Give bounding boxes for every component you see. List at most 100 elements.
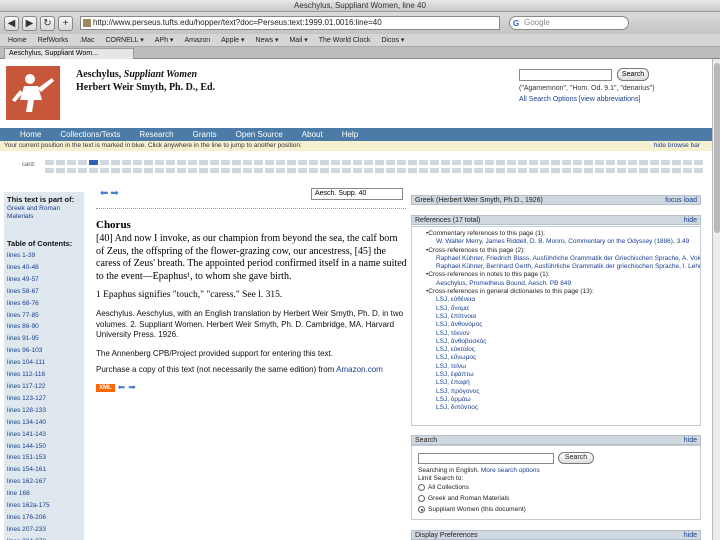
card-segment[interactable]	[199, 168, 208, 173]
nav-item[interactable]: Research	[139, 130, 173, 139]
card-segment[interactable]	[309, 168, 318, 173]
card-segment[interactable]	[188, 160, 197, 165]
card-segment[interactable]	[133, 160, 142, 165]
card-segment[interactable]	[276, 168, 285, 173]
card-segment[interactable]	[507, 168, 516, 173]
toc-link[interactable]: lines 141-143	[4, 429, 84, 441]
card-segment[interactable]	[177, 168, 186, 173]
card-segment[interactable]	[661, 160, 670, 165]
card-segment[interactable]	[397, 168, 406, 173]
reference-link[interactable]: LSJ, ὁρμάω	[426, 396, 700, 404]
card-segment[interactable]	[45, 160, 54, 165]
more-search-options-link[interactable]: More search options	[481, 467, 540, 474]
card-segment[interactable]	[562, 168, 571, 173]
card-segment[interactable]	[45, 168, 54, 173]
card-segment[interactable]	[441, 160, 450, 165]
card-segment[interactable]	[562, 160, 571, 165]
card-segment[interactable]	[67, 168, 76, 173]
card-segment[interactable]	[353, 160, 362, 165]
bookmark-item[interactable]: Amazon	[184, 37, 210, 44]
card-segment[interactable]	[639, 160, 648, 165]
reference-link[interactable]: LSJ, πρόγονος	[426, 388, 700, 396]
site-search-input[interactable]	[519, 69, 612, 81]
card-segment[interactable]	[617, 168, 626, 173]
radio-icon[interactable]	[418, 495, 425, 502]
browser-search-field[interactable]: G Google	[509, 16, 629, 30]
radio-icon[interactable]	[418, 484, 425, 491]
card-segment[interactable]	[276, 160, 285, 165]
panel-search-button[interactable]: Search	[558, 452, 594, 464]
card-segment[interactable]	[122, 168, 131, 173]
card-segment[interactable]	[408, 168, 417, 173]
amazon-link[interactable]: Amazon.com	[336, 365, 383, 374]
toc-link[interactable]: lines 151-153	[4, 452, 84, 464]
toc-link[interactable]: lines 58-67	[4, 286, 84, 298]
hide-display-prefs-link[interactable]: hide	[684, 531, 697, 540]
card-segment[interactable]	[188, 168, 197, 173]
prev-arrow-icon[interactable]: ⬅	[118, 382, 126, 393]
card-segment[interactable]	[386, 160, 395, 165]
bookmark-item[interactable]: Home	[8, 37, 27, 44]
nav-item[interactable]: Home	[20, 130, 41, 139]
forward-button[interactable]: ▶	[22, 15, 37, 31]
toc-link[interactable]: lines 117-122	[4, 381, 84, 393]
card-segment[interactable]	[408, 160, 417, 165]
card-segment[interactable]	[419, 168, 428, 173]
scrollbar-thumb[interactable]	[714, 63, 720, 233]
card-segment[interactable]	[155, 168, 164, 173]
reference-link[interactable]: LSJ, εὐκταίος	[426, 346, 700, 354]
card-segment[interactable]	[78, 160, 87, 165]
card-segment[interactable]	[496, 168, 505, 173]
card-segment[interactable]	[320, 160, 329, 165]
card-segment[interactable]	[430, 168, 439, 173]
bookmark-item[interactable]: .Mac	[79, 37, 94, 44]
reference-link[interactable]: W. Walter Merry, James Riddell, D. B. Mo…	[426, 238, 700, 246]
card-segment[interactable]	[221, 168, 230, 173]
card-segment[interactable]	[56, 168, 65, 173]
reference-link[interactable]: Raphael Kühner, Bernhard Gerth, Ausführl…	[426, 263, 700, 271]
nav-item[interactable]: Collections/Texts	[60, 130, 120, 139]
card-segment[interactable]	[419, 160, 428, 165]
card-segment[interactable]	[287, 160, 296, 165]
bookmark-item[interactable]: RefWorks	[38, 37, 69, 44]
card-segment[interactable]	[199, 160, 208, 165]
card-segment[interactable]	[210, 168, 219, 173]
card-segment[interactable]	[342, 160, 351, 165]
collection-link[interactable]: Greek and Roman Materials	[4, 204, 84, 222]
reference-link[interactable]: LSJ, εὔνωμος	[426, 354, 700, 362]
card-segment[interactable]	[463, 168, 472, 173]
card-segment[interactable]	[485, 168, 494, 173]
card-segment[interactable]	[650, 160, 659, 165]
card-segment[interactable]	[100, 168, 109, 173]
card-segment[interactable]	[540, 168, 549, 173]
toc-link[interactable]: lines 234-273	[4, 536, 84, 540]
reference-link[interactable]: LSJ, τείνω	[426, 363, 700, 371]
toc-link[interactable]: lines 49-57	[4, 274, 84, 286]
hide-references-link[interactable]: hide	[684, 216, 697, 225]
site-search-button[interactable]: Search	[617, 68, 649, 81]
card-segment[interactable]	[661, 168, 670, 173]
card-segment[interactable]	[474, 168, 483, 173]
toc-link[interactable]: lines 123-127	[4, 393, 84, 405]
toc-link[interactable]: lines 162a-175	[4, 500, 84, 512]
radio-greek-roman[interactable]: Greek and Roman Materials	[418, 495, 509, 502]
bookmark-item[interactable]: News ▾	[256, 36, 279, 44]
card-segment[interactable]	[485, 160, 494, 165]
card-segment[interactable]	[133, 168, 142, 173]
card-segment[interactable]	[606, 168, 615, 173]
card-segment[interactable]	[298, 160, 307, 165]
card-segment[interactable]	[342, 168, 351, 173]
toc-link[interactable]: lines 176-206	[4, 512, 84, 524]
card-segment[interactable]	[518, 160, 527, 165]
card-segment[interactable]	[89, 168, 98, 173]
page-scrollbar[interactable]	[712, 59, 720, 540]
radio-all-collections[interactable]: All Collections	[418, 484, 469, 491]
card-segment[interactable]	[694, 160, 703, 165]
reference-link[interactable]: LSJ, διπόντιος	[426, 404, 700, 412]
card-segment[interactable]	[628, 160, 637, 165]
card-segment[interactable]	[463, 160, 472, 165]
card-segment[interactable]	[166, 160, 175, 165]
card-segment[interactable]	[507, 160, 516, 165]
card-segment[interactable]	[650, 168, 659, 173]
radio-this-document[interactable]: Suppliant Women (this document)	[418, 506, 526, 513]
